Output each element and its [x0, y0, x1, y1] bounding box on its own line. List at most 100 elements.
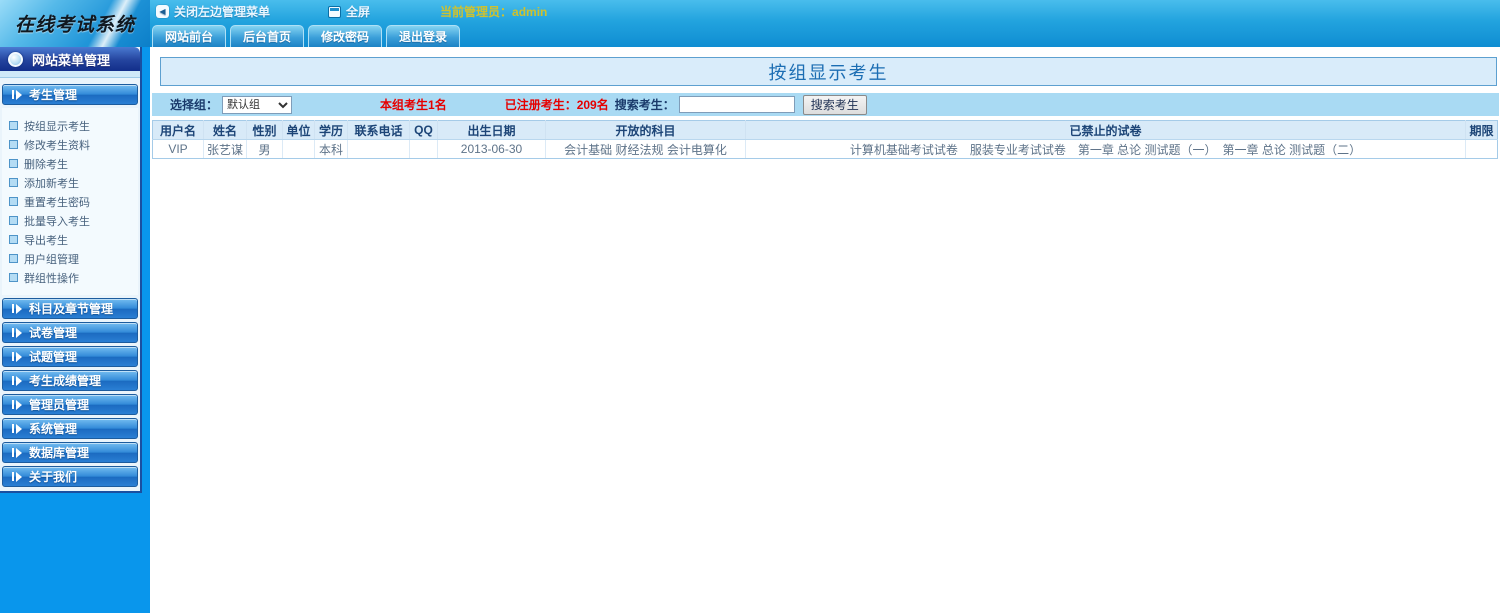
- collapse-arrow-icon: ◀: [156, 5, 169, 18]
- section-label: 关于我们: [29, 468, 77, 485]
- fullscreen-button[interactable]: 全屏: [328, 3, 370, 20]
- section-label: 试卷管理: [29, 324, 77, 341]
- top-header: 在线考试系统 ◀ 关闭左边管理菜单 全屏 当前管理员：admin 网站前台 后台…: [0, 0, 1500, 47]
- filter-bar: 选择组： 默认组 本组考生1名 已注册考生：209名 搜索考生： 搜索考生: [152, 93, 1499, 116]
- current-admin-label: 当前管理员：admin: [440, 3, 547, 20]
- tab-admin-home[interactable]: 后台首页: [230, 25, 304, 47]
- bullet-icon: [9, 140, 18, 149]
- page-body: 网站菜单管理 考生管理 按组显示考生 修改考生资料: [0, 47, 1500, 613]
- collapse-left-menu-button[interactable]: ◀ 关闭左边管理菜单: [156, 3, 270, 20]
- tab-site-front[interactable]: 网站前台: [152, 25, 226, 47]
- sidebar-item-label: 重置考生密码: [24, 194, 90, 210]
- section-label: 系统管理: [29, 420, 77, 437]
- sidebar-item-label: 删除考生: [24, 156, 68, 172]
- sidebar-menu: 考生管理 按组显示考生 修改考生资料 删除考生: [0, 78, 140, 487]
- main-content: 按组显示考生 选择组： 默认组 本组考生1名 已注册考生：209名 搜索考生： …: [150, 47, 1500, 613]
- search-input[interactable]: [679, 96, 795, 113]
- cell-phone: [348, 140, 410, 159]
- tab-change-password[interactable]: 修改密码: [308, 25, 382, 47]
- bullet-icon: [9, 235, 18, 244]
- menu-circle-icon: [8, 52, 23, 67]
- section-label: 科目及章节管理: [29, 300, 113, 317]
- sidebar-item-group-operations[interactable]: 群组性操作: [9, 268, 138, 287]
- examinee-table: 用户名 姓名 性别 单位 学历 联系电话 QQ 出生日期 开放的科目 已禁止的试…: [152, 120, 1498, 159]
- section-label: 考生成绩管理: [29, 372, 101, 389]
- sidebar-title-bar: 网站菜单管理: [0, 47, 140, 71]
- bullet-icon: [9, 254, 18, 263]
- col-gender: 性别: [247, 121, 283, 140]
- sidebar-item-batch-import[interactable]: 批量导入考生: [9, 211, 138, 230]
- sidebar-section-about-us[interactable]: 关于我们: [2, 466, 138, 487]
- section-arrow-icon: [12, 352, 22, 362]
- sidebar-item-export-examinee[interactable]: 导出考生: [9, 230, 138, 249]
- section-arrow-icon: [12, 304, 22, 314]
- sidebar-item-reset-password[interactable]: 重置考生密码: [9, 192, 138, 211]
- cell-unit: [283, 140, 315, 159]
- collapse-left-menu-label: 关闭左边管理菜单: [174, 3, 270, 20]
- sidebar-item-show-by-group[interactable]: 按组显示考生: [9, 116, 138, 135]
- sidebar-item-user-group-mgmt[interactable]: 用户组管理: [9, 249, 138, 268]
- sidebar-section-admin-mgmt[interactable]: 管理员管理: [2, 394, 138, 415]
- col-education: 学历: [315, 121, 348, 140]
- sidebar-section-score-mgmt[interactable]: 考生成绩管理: [2, 370, 138, 391]
- sidebar-section-examinee-mgmt[interactable]: 考生管理: [2, 84, 138, 105]
- group-count-label: 本组考生1名: [380, 96, 447, 113]
- registered-count-label: 已注册考生：209名: [505, 96, 609, 113]
- sidebar-item-label: 群组性操作: [24, 270, 79, 286]
- bullet-icon: [9, 178, 18, 187]
- section-label: 管理员管理: [29, 396, 89, 413]
- table-row: VIP 张艺谋 男 本科 2013-06-30 会计基础 财经法规 会计电算化 …: [153, 140, 1498, 159]
- cell-banned-papers: 计算机基础考试试卷 服装专业考试试卷 第一章 总论 测试题（一） 第一章 总论 …: [746, 140, 1466, 159]
- bullet-icon: [9, 197, 18, 206]
- bullet-icon: [9, 159, 18, 168]
- col-unit: 单位: [283, 121, 315, 140]
- group-select[interactable]: 默认组: [222, 96, 292, 114]
- app-logo-text: 在线考试系统: [15, 10, 135, 37]
- col-username: 用户名: [153, 121, 204, 140]
- cell-education: 本科: [315, 140, 348, 159]
- section-arrow-icon: [12, 448, 22, 458]
- sidebar-section-database-mgmt[interactable]: 数据库管理: [2, 442, 138, 463]
- bullet-icon: [9, 273, 18, 282]
- cell-gender: 男: [247, 140, 283, 159]
- section-arrow-icon: [12, 400, 22, 410]
- section-arrow-icon: [12, 376, 22, 386]
- sidebar-divider: [0, 71, 140, 78]
- bullet-icon: [9, 216, 18, 225]
- sidebar-item-add-examinee[interactable]: 添加新考生: [9, 173, 138, 192]
- sidebar: 网站菜单管理 考生管理 按组显示考生 修改考生资料: [0, 47, 142, 493]
- fullscreen-icon: [328, 6, 341, 18]
- sidebar-section-paper-mgmt[interactable]: 试卷管理: [2, 322, 138, 343]
- fullscreen-label: 全屏: [346, 3, 370, 20]
- cell-name: 张艺谋: [204, 140, 247, 159]
- table-header-row: 用户名 姓名 性别 单位 学历 联系电话 QQ 出生日期 开放的科目 已禁止的试…: [153, 121, 1498, 140]
- sidebar-item-label: 按组显示考生: [24, 118, 90, 134]
- left-column: 网站菜单管理 考生管理 按组显示考生 修改考生资料: [0, 47, 150, 613]
- sidebar-section-question-mgmt[interactable]: 试题管理: [2, 346, 138, 367]
- page-title-bar: 按组显示考生: [160, 57, 1497, 86]
- sidebar-item-label: 用户组管理: [24, 251, 79, 267]
- sidebar-item-label: 批量导入考生: [24, 213, 90, 229]
- section-arrow-icon: [12, 424, 22, 434]
- col-banned-papers: 已禁止的试卷: [746, 121, 1466, 140]
- search-button[interactable]: 搜索考生: [803, 95, 867, 115]
- sidebar-section-system-mgmt[interactable]: 系统管理: [2, 418, 138, 439]
- section-label: 试题管理: [29, 348, 77, 365]
- sidebar-item-delete-examinee[interactable]: 删除考生: [9, 154, 138, 173]
- col-phone: 联系电话: [348, 121, 410, 140]
- section-label: 数据库管理: [29, 444, 89, 461]
- bullet-icon: [9, 121, 18, 130]
- page-title: 按组显示考生: [769, 59, 889, 85]
- col-qq: QQ: [410, 121, 438, 140]
- section-label: 考生管理: [29, 86, 77, 103]
- sidebar-title: 网站菜单管理: [32, 50, 110, 69]
- top-bar: ◀ 关闭左边管理菜单 全屏 当前管理员：admin 网站前台 后台首页 修改密码…: [150, 0, 1500, 47]
- cell-username: VIP: [153, 140, 204, 159]
- sidebar-item-edit-examinee[interactable]: 修改考生资料: [9, 135, 138, 154]
- sidebar-section-subject-chapter-mgmt[interactable]: 科目及章节管理: [2, 298, 138, 319]
- tab-logout[interactable]: 退出登录: [386, 25, 460, 47]
- section-arrow-icon: [12, 90, 22, 100]
- search-label: 搜索考生：: [615, 96, 675, 113]
- cell-birthdate: 2013-06-30: [438, 140, 546, 159]
- sidebar-item-label: 修改考生资料: [24, 137, 90, 153]
